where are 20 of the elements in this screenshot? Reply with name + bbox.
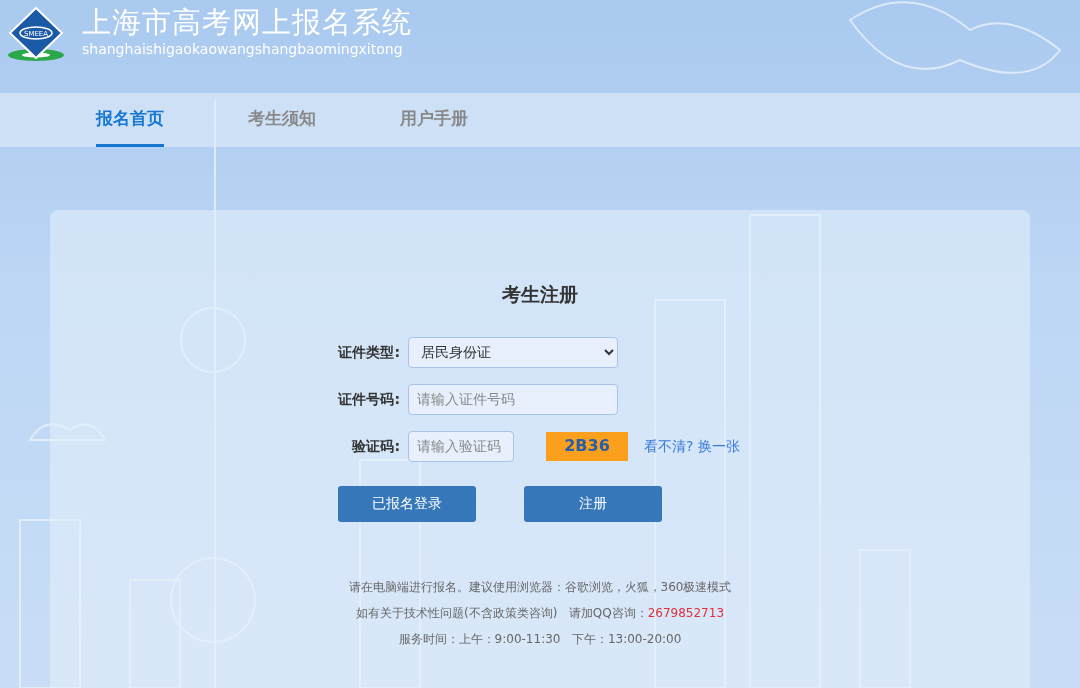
qq-number: 2679852713 bbox=[647, 605, 725, 620]
system-title: 上海市高考网上报名系统 bbox=[82, 6, 412, 40]
field-label: 证件号码: bbox=[337, 389, 400, 409]
support-note: 如有关于技术性问题(不含政策类咨询) 请加QQ咨询： bbox=[355, 605, 648, 620]
service-hours: 服务时间：上午：9:00-11:30 下午：13:00-20:00 bbox=[398, 631, 682, 646]
nav-tab[interactable]: 用户手册 bbox=[400, 93, 468, 147]
login-button[interactable]: 已报名登录 bbox=[338, 485, 476, 522]
register-button[interactable]: 注册 bbox=[524, 485, 662, 522]
id-number-field[interactable]: 请输入证件号码 bbox=[408, 383, 618, 415]
nav-tab[interactable]: 报名首页 bbox=[96, 93, 164, 147]
refresh-captcha-link[interactable]: 看不清? 换一张 bbox=[644, 435, 740, 457]
field-label: 证件类型: bbox=[337, 342, 400, 362]
field-label: 验证码: bbox=[351, 436, 400, 456]
form-title: 考生注册 bbox=[501, 282, 579, 307]
id-type-select[interactable]: 居民身份证 bbox=[408, 336, 618, 368]
captcha-field[interactable]: 请输入验证码 bbox=[408, 430, 514, 462]
system-subtitle: shanghaishigaokaowangshangbaomingxitong bbox=[82, 40, 404, 60]
browser-note: 请在电脑端进行报名。建议使用浏览器：谷歌浏览，火狐，360极速模式 bbox=[348, 579, 732, 594]
nav-tab[interactable]: 考生须知 bbox=[248, 93, 316, 147]
captcha-image: 2B36 bbox=[546, 431, 628, 461]
